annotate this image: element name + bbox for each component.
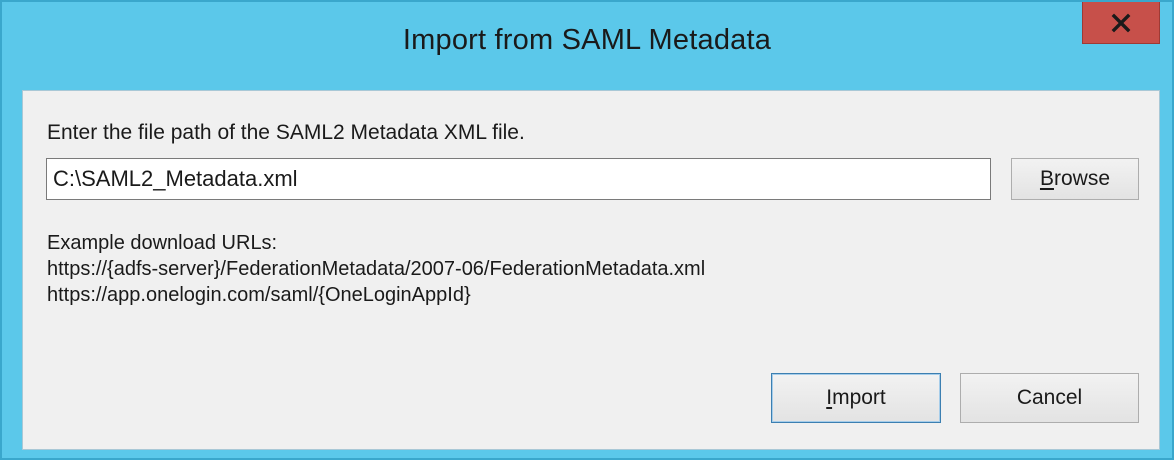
example-urls: Example download URLs: https://{adfs-ser… [47, 230, 705, 308]
dialog-body: Enter the file path of the SAML2 Metadat… [22, 90, 1160, 450]
file-path-input[interactable] [46, 158, 991, 200]
dialog-title: Import from SAML Metadata [402, 24, 772, 56]
close-x-icon [1111, 13, 1131, 33]
import-label: mport [832, 386, 886, 409]
browse-button[interactable]: Browse [1011, 158, 1139, 200]
browse-access-key: B [1039, 167, 1054, 190]
example-urls-heading: Example download URLs: [47, 232, 278, 254]
example-url-onelogin: https://app.onelogin.com/saml/{OneLoginA… [47, 284, 471, 306]
cancel-button[interactable]: Cancel [960, 373, 1139, 423]
example-url-adfs: https://{adfs-server}/FederationMetadata… [47, 258, 706, 280]
close-button[interactable] [1082, 2, 1160, 44]
file-path-prompt: Enter the file path of the SAML2 Metadat… [47, 121, 525, 144]
import-button[interactable]: Import [771, 373, 941, 423]
browse-label: rowse [1053, 167, 1111, 190]
import-saml-dialog: Import from SAML Metadata Enter the file… [0, 0, 1174, 460]
title-bar[interactable]: Import from SAML Metadata [2, 2, 1172, 90]
